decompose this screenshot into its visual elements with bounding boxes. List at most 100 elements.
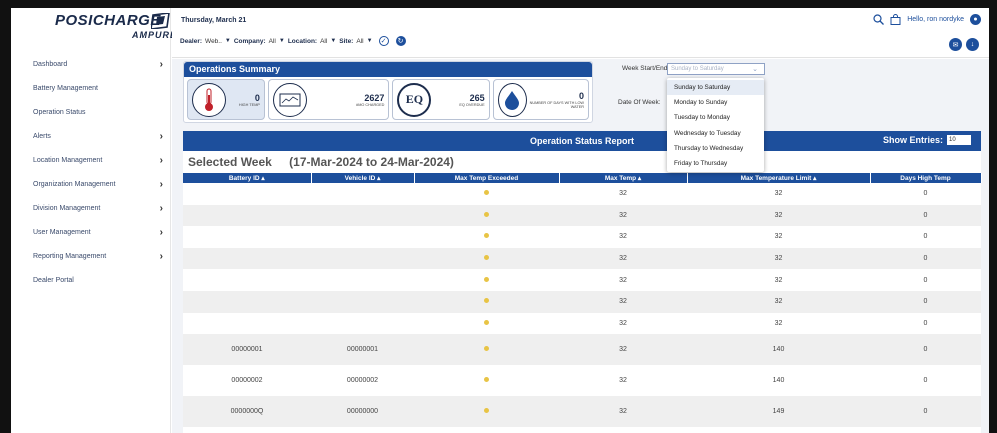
week-start-end-label: Week Start/End: (622, 65, 670, 72)
vehicle-id-cell (311, 226, 414, 248)
table-row[interactable]: 32 32 0 (183, 290, 981, 313)
charged-card[interactable]: 2627 #mo Charged (267, 79, 390, 120)
days-high-temp-cell: 0 (870, 247, 981, 270)
selected-week-range: (17-Mar-2024 to 24-Mar-2024) (289, 155, 454, 169)
high-temp-card[interactable]: 0 HIGH TEMP (187, 79, 265, 120)
week-option[interactable]: Wednesday to Tuesday (667, 126, 764, 141)
chevron-right-icon[interactable]: › (160, 59, 163, 70)
chevron-down-icon: ⌄ (752, 66, 758, 73)
table-row[interactable]: 32 32 0 (183, 269, 981, 291)
days-high-temp-cell: 0 (870, 226, 981, 248)
operation-status-report: Operation Status Report Show Entries: 10… (183, 131, 982, 433)
max-temp-cell: 32 (559, 183, 687, 205)
shopping-bag-icon[interactable] (890, 14, 901, 25)
column-header[interactable]: Days High Temp (870, 173, 982, 183)
charged-value: 2627 (364, 92, 385, 103)
sidebar-item-battery-management[interactable]: Battery Management (11, 76, 171, 100)
chevron-down-icon[interactable]: ▼ (279, 38, 285, 44)
vehicle-id-cell: 00000000 (311, 396, 414, 428)
user-avatar-icon[interactable]: ● (970, 14, 981, 25)
sidebar-item-label: Organization Management (33, 180, 116, 188)
sidebar-item-division-management[interactable]: Division Management › (11, 196, 171, 220)
company-filter-label: Company: (233, 37, 266, 45)
sidebar-item-alerts[interactable]: Alerts › (11, 124, 171, 148)
company-filter-value[interactable]: All (269, 38, 276, 45)
site-filter-value[interactable]: All (356, 38, 363, 45)
table-row[interactable]: 32 32 0 (183, 312, 981, 335)
battery-chart-icon (272, 82, 307, 117)
low-water-card[interactable]: 0 NUMBER OF DAYS WITH LOW WATER (492, 79, 590, 120)
week-option[interactable]: Monday to Sunday (667, 95, 764, 110)
chevron-right-icon[interactable]: › (160, 251, 163, 262)
sidebar-item-location-management[interactable]: Location Management › (11, 148, 171, 172)
max-temp-exceeded-cell (414, 247, 559, 270)
max-temp-cell: 32 (559, 247, 687, 270)
column-header[interactable]: Vehicle ID ▴ (311, 173, 415, 183)
vehicle-id-cell (311, 290, 414, 313)
sidebar-item-dealer-portal[interactable]: Dealer Portal (11, 268, 171, 292)
chevron-right-icon[interactable]: › (160, 131, 163, 142)
column-header[interactable]: Max Temp ▴ (559, 173, 688, 183)
table-row[interactable]: 00000001 00000001 32 140 0 (183, 334, 981, 366)
week-option[interactable]: Thursday to Wednesday (667, 141, 764, 156)
table-row[interactable]: 32 32 0 (183, 183, 981, 205)
eq-icon: EQ (397, 82, 432, 117)
sidebar-item-dashboard[interactable]: Dashboard › (11, 52, 171, 76)
week-option[interactable]: Tuesday to Monday (667, 110, 764, 125)
table-row[interactable]: 32 32 0 (183, 247, 981, 270)
week-option[interactable]: Friday to Thursday (667, 156, 764, 171)
sidebar-item-organization-management[interactable]: Organization Management › (11, 172, 171, 196)
chevron-down-icon[interactable]: ▼ (225, 38, 231, 44)
sidebar-item-reporting-management[interactable]: Reporting Management › (11, 244, 171, 268)
apply-check-icon[interactable]: ✓ (378, 36, 389, 46)
refresh-icon[interactable]: ↻ (395, 36, 406, 46)
chevron-right-icon[interactable]: › (160, 155, 163, 166)
column-header[interactable]: Battery ID ▴ (183, 173, 312, 183)
search-icon[interactable] (873, 14, 885, 25)
max-temp-limit-cell: 140 (687, 334, 870, 366)
vehicle-id-cell: 00000002 (311, 365, 414, 397)
max-temp-exceeded-cell (414, 290, 559, 313)
max-temp-exceeded-cell (414, 269, 559, 291)
sidebar-item-label: User Management (33, 228, 91, 236)
sidebar-item-operation-status[interactable]: Operation Status (11, 100, 171, 124)
week-start-end-select[interactable]: Sunday to Saturday ⌄ (667, 63, 765, 75)
sidebar-item-user-management[interactable]: User Management › (11, 220, 171, 244)
site-filter-label: Site: (339, 37, 354, 45)
dealer-filter-label: Dealer: (180, 37, 203, 45)
email-icon[interactable]: ✉ (949, 38, 962, 51)
sidebar-item-label: Dashboard (33, 60, 68, 68)
selected-week-label: Selected Week (188, 155, 272, 169)
table-row[interactable]: 32 32 0 (183, 204, 981, 227)
column-header[interactable]: Max Temperature Limit ▴ (687, 173, 871, 183)
logo-flag-icon (151, 13, 170, 29)
chevron-down-icon[interactable]: ▼ (367, 38, 373, 44)
high-temp-label: HIGH TEMP (238, 102, 260, 107)
brand-logo[interactable]: POSICHARGE AMPURE (55, 12, 176, 42)
user-greeting[interactable]: Hello, ron nordyke (907, 16, 964, 23)
show-entries: Show Entries: 10 (883, 135, 971, 145)
location-filter-value[interactable]: All (320, 38, 327, 45)
days-high-temp-cell: 0 (870, 312, 981, 335)
table-row[interactable]: 0000000Q 00000000 32 149 0 (183, 396, 981, 428)
chevron-right-icon[interactable]: › (160, 179, 163, 190)
chevron-right-icon[interactable]: › (160, 227, 163, 238)
top-header: Thursday, March 21 Dealer: Web.. ▼ Compa… (172, 8, 989, 58)
max-temp-exceeded-cell (414, 396, 559, 428)
days-high-temp-cell: 0 (870, 396, 981, 428)
sidebar-item-label: Location Management (33, 156, 103, 164)
dealer-filter-value[interactable]: Web.. (205, 38, 222, 45)
column-header[interactable]: Max Temp Exceeded (414, 173, 560, 183)
week-select-placeholder: Sunday to Saturday (671, 66, 724, 72)
table-row[interactable]: 00000002 00000002 32 140 0 (183, 365, 981, 397)
chevron-down-icon[interactable]: ▼ (330, 38, 336, 44)
week-option[interactable]: Sunday to Saturday (667, 80, 764, 96)
max-temp-cell: 32 (559, 396, 687, 428)
show-entries-input[interactable]: 10 (947, 135, 971, 145)
eq-overdue-card[interactable]: EQ 265 EQ OVERDUE (392, 79, 490, 120)
max-temp-cell: 32 (559, 312, 687, 335)
chevron-right-icon[interactable]: › (160, 203, 163, 214)
table-row[interactable]: 32 32 0 (183, 226, 981, 248)
download-icon[interactable]: ↓ (966, 38, 979, 51)
max-temp-limit-cell: 32 (687, 183, 870, 205)
